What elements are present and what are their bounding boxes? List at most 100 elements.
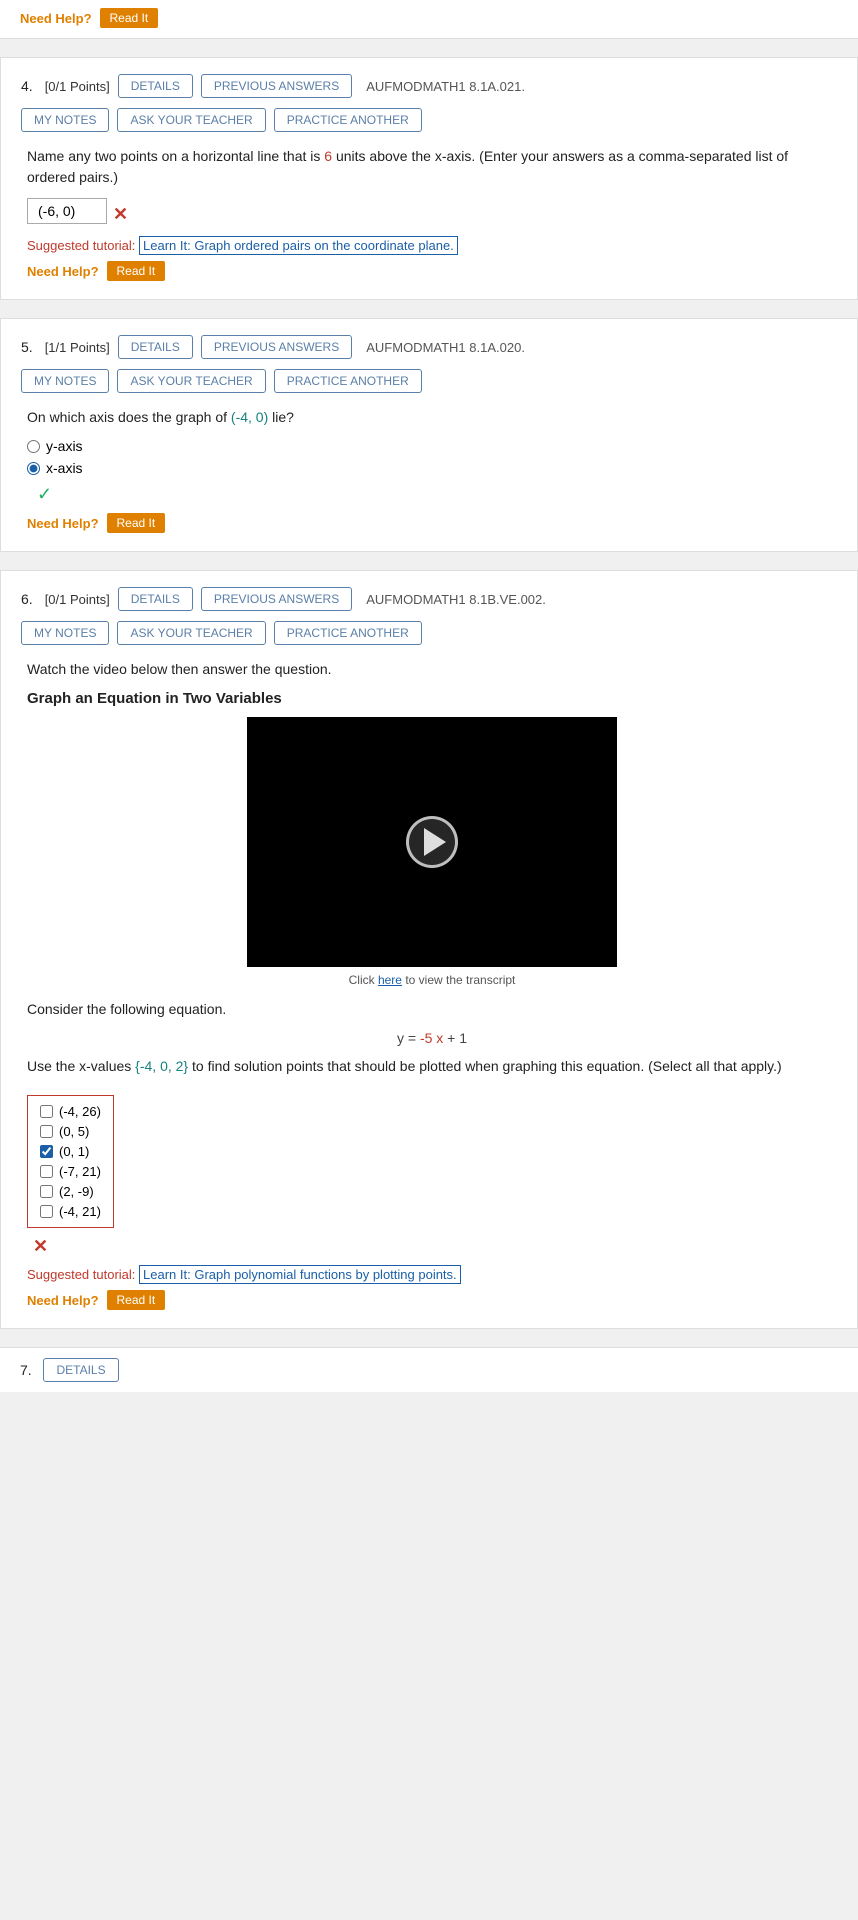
q6-code: AUFMODMATH1 8.1B.VE.002. (366, 592, 546, 607)
q6-need-help-label: Need Help? (27, 1293, 99, 1308)
q4-prev-answers-button[interactable]: PREVIOUS ANSWERS (201, 74, 352, 98)
q5-btn-row: MY NOTES ASK YOUR TEACHER PRACTICE ANOTH… (21, 369, 837, 393)
question-6-block: 6. [0/1 Points] DETAILS PREVIOUS ANSWERS… (0, 570, 858, 1329)
q5-read-it-button[interactable]: Read It (107, 513, 166, 533)
q6-cb-1-input[interactable] (40, 1105, 53, 1118)
q6-btn-row: MY NOTES ASK YOUR TEACHER PRACTICE ANOTH… (21, 621, 837, 645)
q4-answer-box: (-6, 0) (27, 198, 107, 224)
question-5-header: 5. [1/1 Points] DETAILS PREVIOUS ANSWERS… (21, 335, 837, 359)
q6-watch-text: Watch the video below then answer the qu… (27, 659, 837, 680)
q6-cb-4-input[interactable] (40, 1165, 53, 1178)
q5-number: 5. (21, 339, 33, 355)
q5-xaxis-label: x-axis (46, 460, 83, 476)
q6-points: [0/1 Points] (45, 592, 110, 607)
read-it-button[interactable]: Read It (100, 8, 159, 28)
q6-cb-2-label: (0, 5) (59, 1124, 89, 1139)
q6-cb-2-input[interactable] (40, 1125, 53, 1138)
q4-body: Name any two points on a horizontal line… (21, 146, 837, 281)
q5-radio-xaxis[interactable]: x-axis (27, 460, 837, 476)
q6-play-button[interactable] (406, 816, 458, 868)
q6-wrong-mark: ✕ (33, 1236, 48, 1256)
question-5-block: 5. [1/1 Points] DETAILS PREVIOUS ANSWERS… (0, 318, 858, 552)
question-6-header: 6. [0/1 Points] DETAILS PREVIOUS ANSWERS… (21, 587, 837, 611)
question-4-header: 4. [0/1 Points] DETAILS PREVIOUS ANSWERS… (21, 74, 837, 98)
q5-yaxis-label: y-axis (46, 438, 83, 454)
q5-coord-highlight: (-4, 0) (231, 409, 268, 425)
q4-practice-another-button[interactable]: PRACTICE ANOTHER (274, 108, 422, 132)
q6-cb-3-input[interactable] (40, 1145, 53, 1158)
q6-consider-text: Consider the following equation. (27, 999, 837, 1020)
q6-cb-6[interactable]: (-4, 21) (40, 1204, 101, 1219)
q6-transcript-link-row: Click here to view the transcript (27, 973, 837, 987)
q6-cb-1-label: (-4, 26) (59, 1104, 101, 1119)
q6-need-help-row: Need Help? Read It (27, 1290, 837, 1310)
q7-details-button[interactable]: DETAILS (43, 1358, 118, 1382)
q6-cb-2[interactable]: (0, 5) (40, 1124, 101, 1139)
q6-practice-another-button[interactable]: PRACTICE ANOTHER (274, 621, 422, 645)
q4-highlight-6: 6 (324, 148, 332, 164)
q5-points: [1/1 Points] (45, 340, 110, 355)
bottom-strip: 7. DETAILS (0, 1347, 858, 1392)
q6-cb-5-label: (2, -9) (59, 1184, 94, 1199)
q6-cb-4-label: (-7, 21) (59, 1164, 101, 1179)
q6-cb-6-input[interactable] (40, 1205, 53, 1218)
q5-code: AUFMODMATH1 8.1A.020. (366, 340, 525, 355)
q6-video-title: Graph an Equation in Two Variables (27, 690, 837, 707)
q6-cb-5[interactable]: (2, -9) (40, 1184, 101, 1199)
q6-video-box[interactable] (247, 717, 617, 967)
q6-suggested-tutorial: Suggested tutorial: Learn It: Graph poly… (27, 1267, 837, 1282)
q4-my-notes-button[interactable]: MY NOTES (21, 108, 109, 132)
q6-xvals-highlight: {-4, 0, 2} (135, 1058, 188, 1074)
q4-details-button[interactable]: DETAILS (118, 74, 193, 98)
q6-cb-3-label: (0, 1) (59, 1144, 89, 1159)
question-4-block: 4. [0/1 Points] DETAILS PREVIOUS ANSWERS… (0, 57, 858, 300)
q4-ask-teacher-button[interactable]: ASK YOUR TEACHER (117, 108, 265, 132)
q6-details-button[interactable]: DETAILS (118, 587, 193, 611)
q6-my-notes-button[interactable]: MY NOTES (21, 621, 109, 645)
q6-cb-5-input[interactable] (40, 1185, 53, 1198)
q6-cb-6-label: (-4, 21) (59, 1204, 101, 1219)
q6-cb-3[interactable]: (0, 1) (40, 1144, 101, 1159)
q6-number: 6. (21, 591, 33, 607)
q5-need-help-label: Need Help? (27, 516, 99, 531)
q5-practice-another-button[interactable]: PRACTICE ANOTHER (274, 369, 422, 393)
q6-checkbox-group: (-4, 26) (0, 5) (0, 1) (-7, 21) (2, -9) (27, 1095, 114, 1228)
need-help-label: Need Help? (20, 11, 92, 26)
q6-body: Watch the video below then answer the qu… (21, 659, 837, 1310)
q5-ask-teacher-button[interactable]: ASK YOUR TEACHER (117, 369, 265, 393)
q4-wrong-mark: ✕ (113, 204, 128, 225)
q5-correct-mark: ✓ (37, 484, 52, 504)
q6-video-container (27, 717, 837, 967)
q7-number: 7. (20, 1362, 32, 1378)
q6-prev-answers-button[interactable]: PREVIOUS ANSWERS (201, 587, 352, 611)
q5-prev-answers-button[interactable]: PREVIOUS ANSWERS (201, 335, 352, 359)
page-wrapper: Need Help? Read It 4. [0/1 Points] DETAI… (0, 0, 858, 1392)
q5-radio-yaxis[interactable]: y-axis (27, 438, 837, 454)
q6-ask-teacher-button[interactable]: ASK YOUR TEACHER (117, 621, 265, 645)
q5-radio-yaxis-input[interactable] (27, 440, 40, 453)
q6-cb-1[interactable]: (-4, 26) (40, 1104, 101, 1119)
q6-tutorial-link[interactable]: Learn It: Graph polynomial functions by … (139, 1265, 461, 1284)
q5-radio-xaxis-input[interactable] (27, 462, 40, 475)
q4-need-help-row: Need Help? Read It (27, 261, 837, 281)
q4-read-it-button[interactable]: Read It (107, 261, 166, 281)
q6-transcript-link[interactable]: here (378, 973, 402, 987)
q6-play-triangle-icon (424, 828, 446, 856)
q4-number: 4. (21, 78, 33, 94)
q6-equation: y = -5 x + 1 (27, 1030, 837, 1046)
q5-details-button[interactable]: DETAILS (118, 335, 193, 359)
q6-equation-highlight: -5 x (420, 1030, 443, 1046)
q5-body: On which axis does the graph of (-4, 0) … (21, 407, 837, 533)
q4-suggested-tutorial: Suggested tutorial: Learn It: Graph orde… (27, 238, 837, 253)
q5-need-help-row: Need Help? Read It (27, 513, 837, 533)
q6-use-xvals-text: Use the x-values {-4, 0, 2} to find solu… (27, 1056, 837, 1077)
q5-my-notes-button[interactable]: MY NOTES (21, 369, 109, 393)
q6-read-it-button[interactable]: Read It (107, 1290, 166, 1310)
q4-code: AUFMODMATH1 8.1A.021. (366, 79, 525, 94)
q4-question-text: Name any two points on a horizontal line… (27, 146, 837, 188)
q5-question-text: On which axis does the graph of (-4, 0) … (27, 407, 837, 428)
q6-cb-4[interactable]: (-7, 21) (40, 1164, 101, 1179)
q4-btn-row: MY NOTES ASK YOUR TEACHER PRACTICE ANOTH… (21, 108, 837, 132)
q4-points: [0/1 Points] (45, 79, 110, 94)
q4-tutorial-link[interactable]: Learn It: Graph ordered pairs on the coo… (139, 236, 458, 255)
